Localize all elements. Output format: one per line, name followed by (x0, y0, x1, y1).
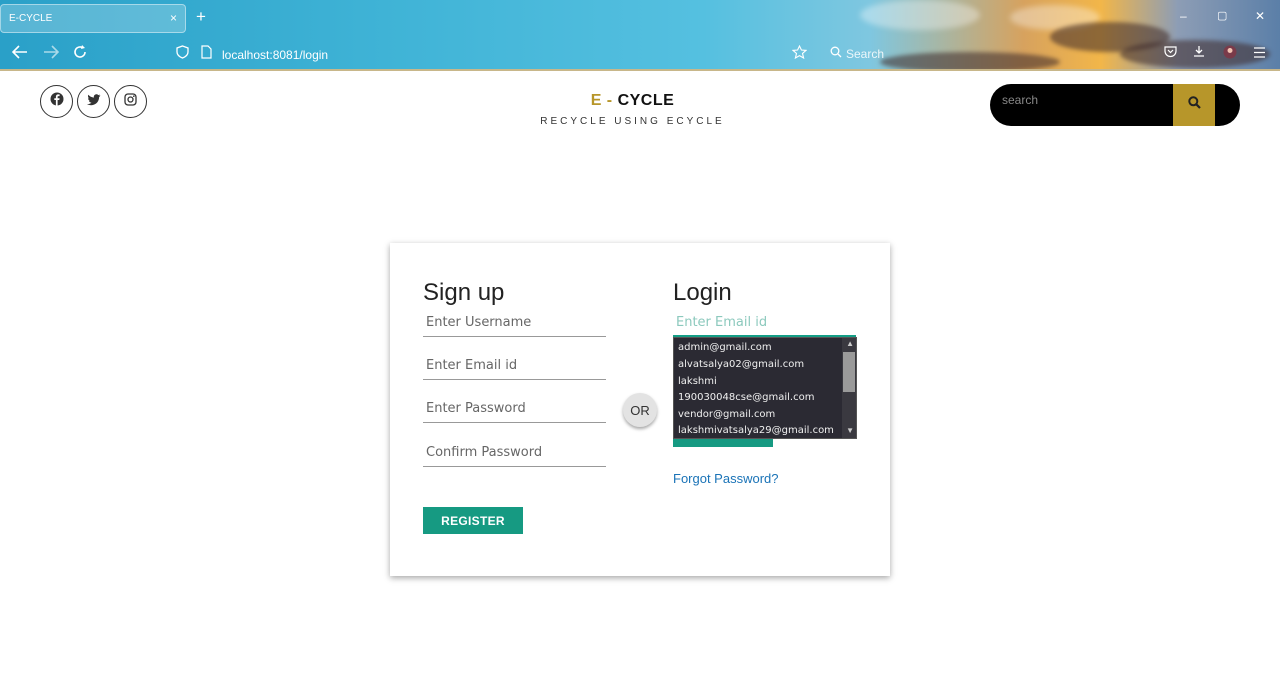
search-icon (1187, 96, 1201, 114)
browser-tab[interactable]: E-CYCLE × (0, 4, 186, 33)
or-divider-badge: OR (623, 393, 657, 427)
maximize-button[interactable]: ▢ (1217, 9, 1227, 22)
forgot-password-link[interactable]: Forgot Password? (673, 471, 779, 486)
menu-hamburger-icon[interactable] (1253, 45, 1266, 62)
autocomplete-option[interactable]: admin@gmail.com (678, 342, 772, 353)
signup-confirm-password-input[interactable] (423, 439, 606, 465)
auth-card: Sign up REGISTER OR Login admin@gmail.co… (390, 243, 890, 576)
autocomplete-option[interactable]: lakshmi (678, 376, 717, 387)
signup-email-field (423, 352, 606, 380)
scrollbar-thumb[interactable] (843, 352, 855, 392)
site-search-bar (990, 84, 1240, 126)
site-brand[interactable]: E - CYCLE RECYCLE USING ECYCLE (540, 92, 725, 127)
toolbar-search-field[interactable]: Search (846, 47, 884, 61)
brand-cycle: CYCLE (617, 92, 675, 109)
autocomplete-scrollbar[interactable]: ▲ ▼ (842, 338, 856, 438)
pocket-icon[interactable] (1164, 45, 1177, 62)
login-email-input[interactable] (673, 309, 856, 335)
autocomplete-option[interactable]: alvatsalya02@gmail.com (678, 359, 804, 370)
twitter-icon (86, 93, 101, 111)
login-button[interactable] (673, 438, 773, 447)
scroll-up-arrow-icon[interactable]: ▲ (846, 339, 854, 348)
login-heading: Login (673, 279, 732, 306)
signup-username-field (423, 309, 606, 337)
back-arrow-icon[interactable] (11, 45, 28, 63)
signup-heading: Sign up (423, 279, 505, 306)
brand-tagline: RECYCLE USING ECYCLE (540, 116, 725, 127)
facebook-button[interactable] (40, 85, 73, 118)
signup-password-input[interactable] (423, 395, 606, 421)
login-email-field (673, 309, 856, 337)
address-bar-url[interactable]: localhost:8081/login (222, 48, 328, 62)
autocomplete-option[interactable]: lakshmivatsalya29@gmail.com (678, 425, 834, 436)
forward-arrow-icon[interactable] (43, 45, 60, 63)
register-button[interactable]: REGISTER (423, 507, 523, 534)
facebook-icon (50, 92, 64, 111)
autocomplete-option[interactable]: vendor@gmail.com (678, 409, 775, 420)
signup-email-input[interactable] (423, 352, 606, 378)
chrome-divider (0, 69, 1280, 71)
bookmark-star-icon[interactable] (791, 44, 808, 63)
brand-dash: - (601, 92, 618, 109)
scroll-down-arrow-icon[interactable]: ▼ (846, 426, 854, 435)
page-icon (201, 45, 212, 63)
sky-cloud (860, 0, 980, 30)
new-tab-button[interactable]: + (196, 7, 206, 27)
tab-title: E-CYCLE (9, 13, 53, 24)
twitter-button[interactable] (77, 85, 110, 118)
reload-icon[interactable] (73, 45, 87, 63)
browser-chrome: E-CYCLE × + – ▢ ✕ localhost:8081/login S… (0, 0, 1280, 71)
profile-avatar-icon[interactable] (1223, 45, 1237, 63)
instagram-button[interactable] (114, 85, 147, 118)
signup-confirm-password-field (423, 439, 606, 467)
window-close-button[interactable]: ✕ (1255, 9, 1265, 23)
site-search-button[interactable] (1173, 84, 1215, 126)
brand-title: E - CYCLE (540, 92, 725, 110)
shield-icon[interactable] (176, 45, 189, 63)
download-icon[interactable] (1193, 45, 1205, 62)
autocomplete-option[interactable]: 190030048cse@gmail.com (678, 392, 814, 403)
search-icon (830, 45, 842, 62)
site-search-input[interactable] (1002, 90, 1162, 110)
email-autocomplete-dropdown: admin@gmail.com alvatsalya02@gmail.com l… (673, 337, 857, 439)
signup-username-input[interactable] (423, 309, 606, 335)
tab-close-icon[interactable]: × (170, 11, 177, 25)
signup-password-field (423, 395, 606, 423)
minimize-button[interactable]: – (1180, 9, 1187, 23)
instagram-icon (124, 92, 137, 111)
brand-e: E (590, 92, 602, 109)
